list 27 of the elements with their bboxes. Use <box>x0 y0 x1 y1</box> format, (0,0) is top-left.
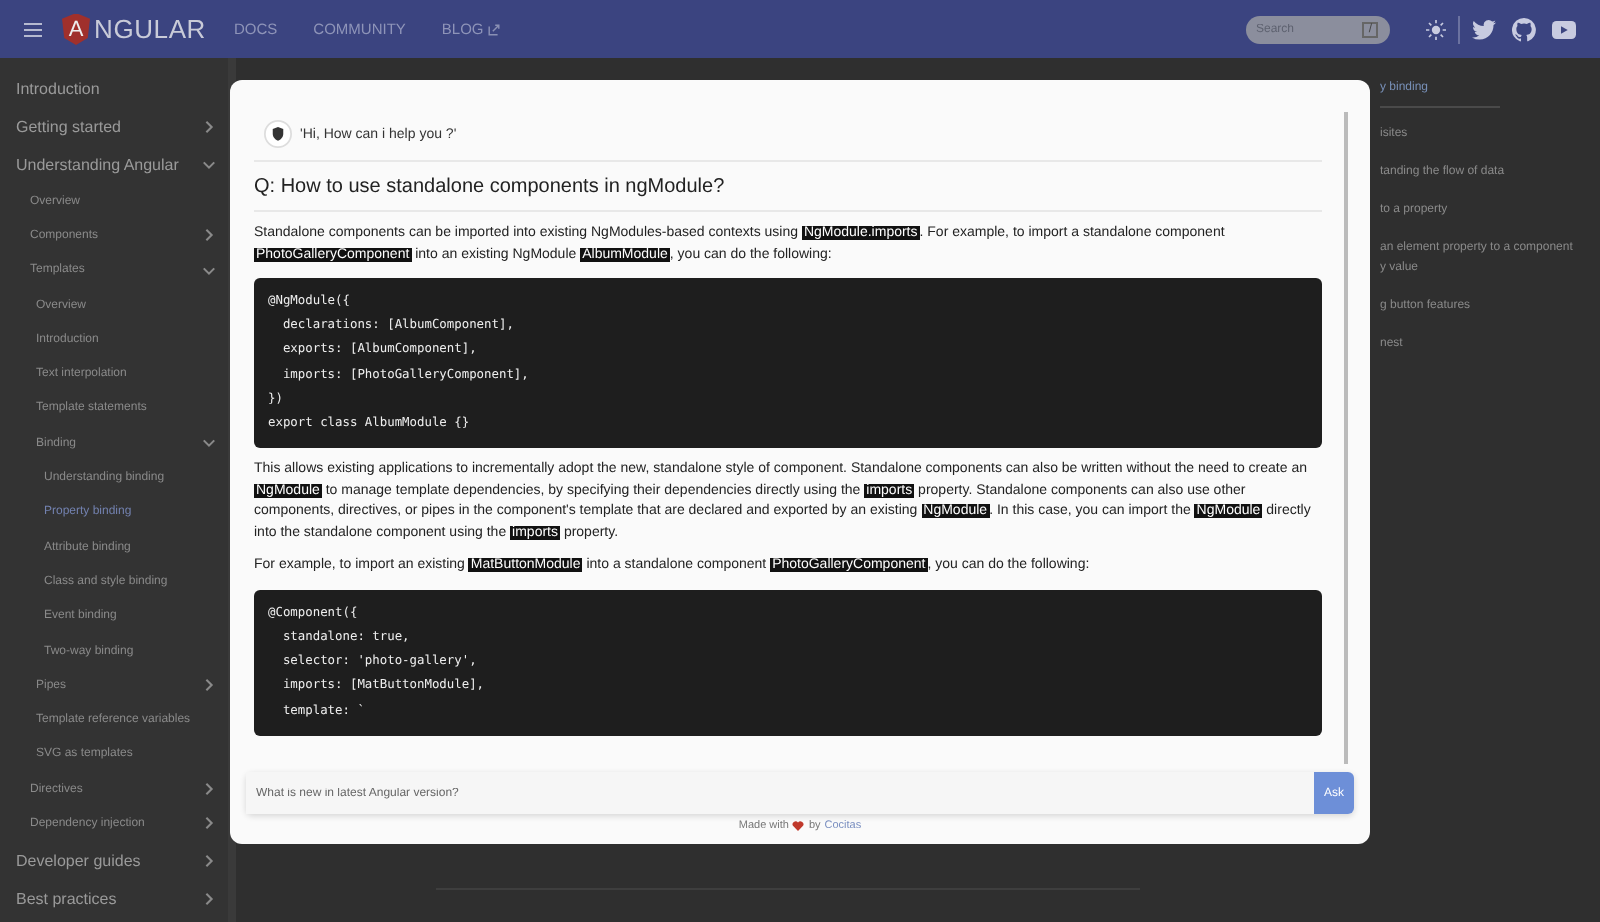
chevron-icon <box>202 436 216 451</box>
sun-icon[interactable] <box>1426 19 1446 39</box>
sidebar-item[interactable]: Understanding Angular <box>0 146 228 184</box>
bot-icon <box>264 120 292 148</box>
heart-icon <box>792 820 805 832</box>
sidebar-item[interactable]: Best practices <box>0 879 228 918</box>
question-heading: Q: How to use standalone components in ngModule? <box>254 162 1322 212</box>
chevron-icon <box>202 816 216 831</box>
chevron-icon <box>202 158 216 172</box>
logo-shield[interactable]: A <box>62 13 90 45</box>
bird-icon[interactable] <box>1472 17 1496 41</box>
menu-icon[interactable] <box>24 21 42 37</box>
play-icon[interactable] <box>1552 17 1576 41</box>
scrollbar[interactable] <box>1344 112 1348 764</box>
logo-text[interactable]: NGULAR <box>94 14 206 44</box>
chevron-icon <box>202 228 216 243</box>
sidebar-item[interactable]: Introduction <box>0 70 228 108</box>
chevron-icon <box>202 782 216 797</box>
chevron-icon <box>202 678 216 693</box>
chevron-icon <box>202 120 216 134</box>
chevron-icon <box>202 853 216 868</box>
chevron-icon <box>202 891 216 906</box>
external-link-icon <box>487 23 500 35</box>
chevron-icon <box>202 263 216 278</box>
octocat-icon[interactable] <box>1512 17 1536 41</box>
sidebar-item[interactable]: Getting started <box>0 108 228 146</box>
sidebar-item[interactable]: Developer guides <box>0 841 228 880</box>
